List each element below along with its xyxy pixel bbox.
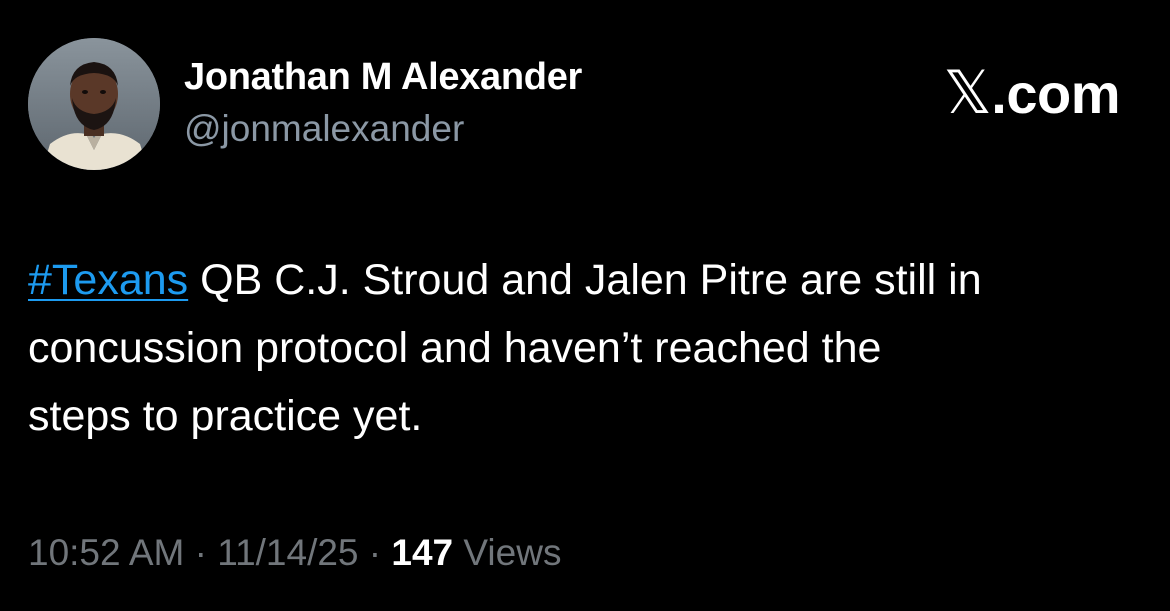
avatar-photo: [28, 38, 160, 170]
tweet-text-line-1: QB C.J. Stroud and Jalen Pitre are still…: [188, 256, 982, 304]
author-handle[interactable]: @jonmalexander: [184, 108, 464, 150]
brand-suffix: .com: [991, 62, 1120, 125]
avatar[interactable]: [28, 38, 160, 170]
tweet-card: Jonathan M Alexander @jonmalexander 𝕏.co…: [0, 0, 1170, 611]
tweet-date[interactable]: 11/14/25: [217, 532, 358, 573]
tweet-meta: 10:52 AM · 11/14/25 · 147 Views: [28, 532, 561, 574]
meta-separator: ·: [358, 532, 392, 573]
x-com-watermark: 𝕏.com: [943, 58, 1120, 128]
tweet-time[interactable]: 10:52 AM: [28, 532, 184, 573]
x-logo-icon: 𝕏: [943, 58, 992, 128]
tweet-text-line-3: steps to practice yet.: [28, 392, 423, 440]
author-display-name[interactable]: Jonathan M Alexander: [184, 56, 582, 99]
views-label: Views: [453, 532, 562, 573]
meta-separator: ·: [184, 532, 218, 573]
hashtag-link[interactable]: #Texans: [28, 256, 188, 304]
tweet-text-line-2: concussion protocol and haven’t reached …: [28, 324, 882, 372]
tweet-text: #Texans QB C.J. Stroud and Jalen Pitre a…: [28, 246, 1148, 450]
views-count[interactable]: 147: [391, 532, 453, 573]
